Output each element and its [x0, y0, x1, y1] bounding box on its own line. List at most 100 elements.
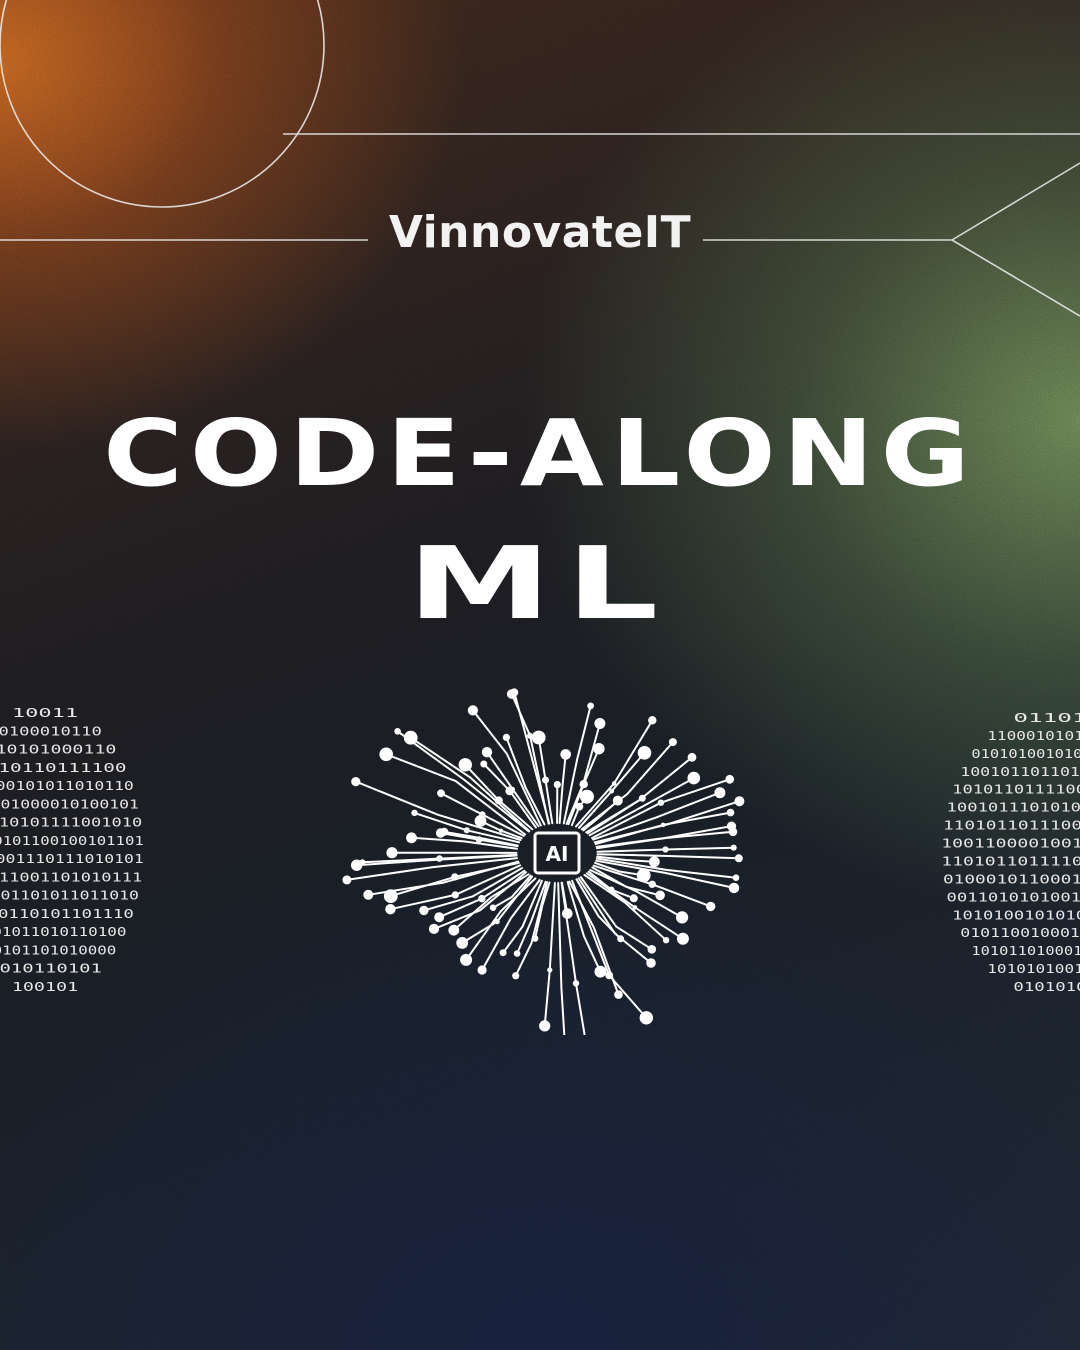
circuit-node [494, 796, 503, 805]
poster: VinnovateIT CODE-ALONG ML 10011 101000101… [0, 0, 1080, 1350]
circuit-node [428, 923, 440, 934]
headline-title: CODE-ALONG [103, 400, 977, 507]
circuit-node [463, 827, 470, 834]
circuit-node [617, 935, 625, 943]
circuit-node [451, 873, 459, 881]
circuit-node [434, 912, 445, 923]
circuit-node [612, 795, 623, 806]
circuit-node [655, 890, 665, 901]
circuit-node [575, 802, 584, 811]
circuit-node [648, 880, 656, 888]
circuit-node [594, 718, 606, 729]
binary-row: 1010110101 [0, 962, 102, 976]
binary-row: 100101 [12, 980, 78, 994]
circuit-node [342, 875, 352, 885]
binary-row: 1010110111100010100 [952, 783, 1080, 797]
circuit-node [660, 822, 666, 828]
binary-row: 11010110111100 [0, 761, 127, 775]
grain-texture [0, 0, 1080, 1350]
circuit-node [451, 891, 459, 899]
binary-row: 010110010001010101 [960, 926, 1080, 940]
deco-circle [0, 0, 325, 208]
circuit-node [560, 749, 571, 760]
circuit-node [572, 980, 580, 987]
circuit-node [531, 935, 539, 942]
circuit-node [510, 786, 515, 792]
circuit-node [732, 874, 740, 881]
circuit-node [648, 716, 657, 725]
decorative-lines [0, 0, 1080, 317]
circuit-node [456, 937, 469, 949]
circuit-trace [579, 876, 653, 951]
circuit-node [394, 728, 401, 735]
circuit-node [547, 967, 553, 973]
circuit-node [478, 894, 486, 903]
circuit-node [460, 953, 473, 966]
binary-row: 100101101101001010 [960, 765, 1080, 779]
circuit-node [714, 787, 726, 799]
binary-row: 10011000010010011010 [941, 837, 1080, 851]
circuit-node [580, 789, 594, 804]
circuit-node [676, 932, 689, 945]
circuit-node [436, 855, 443, 862]
circuit-node [386, 847, 398, 859]
circuit-node [647, 945, 657, 954]
circuit-node [499, 828, 504, 833]
binary-row: 00110101010010101010 [947, 890, 1080, 904]
headline-subtitle: ML [407, 525, 673, 642]
binary-row: 10011 [12, 706, 78, 720]
circuit-node [499, 949, 507, 957]
circuit-trace [596, 830, 734, 850]
circuit-node [676, 911, 689, 924]
binary-row: 01000101100010100101 [943, 872, 1080, 886]
circuit-trace [595, 857, 737, 879]
circuit-node [639, 1011, 653, 1025]
circuit-node [636, 868, 651, 883]
circuit-node [475, 836, 483, 843]
circuit-brain-icon: AI [342, 688, 745, 1035]
circuit-node [513, 950, 521, 957]
binary-row: 10100110101101110 [0, 907, 134, 921]
circuit-node [383, 889, 398, 903]
circuit-node [646, 958, 656, 968]
binary-row: 1100010101010 [987, 729, 1080, 743]
circuit-node [479, 811, 486, 818]
circuit-node [706, 901, 716, 912]
circuit-trace [596, 853, 740, 860]
circuit-node [734, 796, 745, 807]
circuit-node [637, 746, 652, 760]
binary-row: 01101 [1013, 711, 1080, 725]
brand-name: VinnovateIT [388, 207, 692, 258]
circuit-node [510, 688, 519, 697]
binary-row: 0100011001101010111 [0, 870, 142, 884]
circuit-node [440, 827, 449, 836]
circuit-node [668, 738, 677, 747]
circuit-node [638, 794, 646, 802]
circuit-node [614, 990, 623, 999]
circuit-node [489, 904, 497, 911]
circuit-node [611, 781, 617, 786]
circuit-node [662, 846, 669, 853]
circuit-node [411, 809, 418, 817]
binary-row: 10010111010100011010 [947, 801, 1080, 815]
binary-row: 01001011010110100 [0, 925, 127, 939]
binary-row: 0011101000010100101 [0, 797, 139, 811]
binary-sphere-right-icon: 01101 1100010101010 01010100101001011 10010… [935, 705, 1080, 1000]
circuit-node [730, 844, 737, 851]
binary-sphere-left-icon: 10011 10100010110 1010101000110 11010110111… [0, 700, 150, 1000]
circuit-node [542, 776, 549, 784]
circuit-node [734, 854, 743, 863]
circuit-node [385, 904, 396, 915]
binary-row: 1010101000110 [0, 743, 116, 757]
circuit-trace [557, 882, 566, 1035]
circuit-node [379, 747, 393, 762]
circuit-node [632, 905, 638, 910]
circuit-node [481, 747, 493, 758]
circuit-node [477, 965, 487, 975]
circuit-node [605, 971, 614, 980]
circuit-node [480, 760, 488, 768]
circuit-node [687, 771, 701, 785]
circuit-node [725, 774, 735, 784]
circuit-node [687, 752, 697, 762]
circuit-node [579, 780, 588, 789]
